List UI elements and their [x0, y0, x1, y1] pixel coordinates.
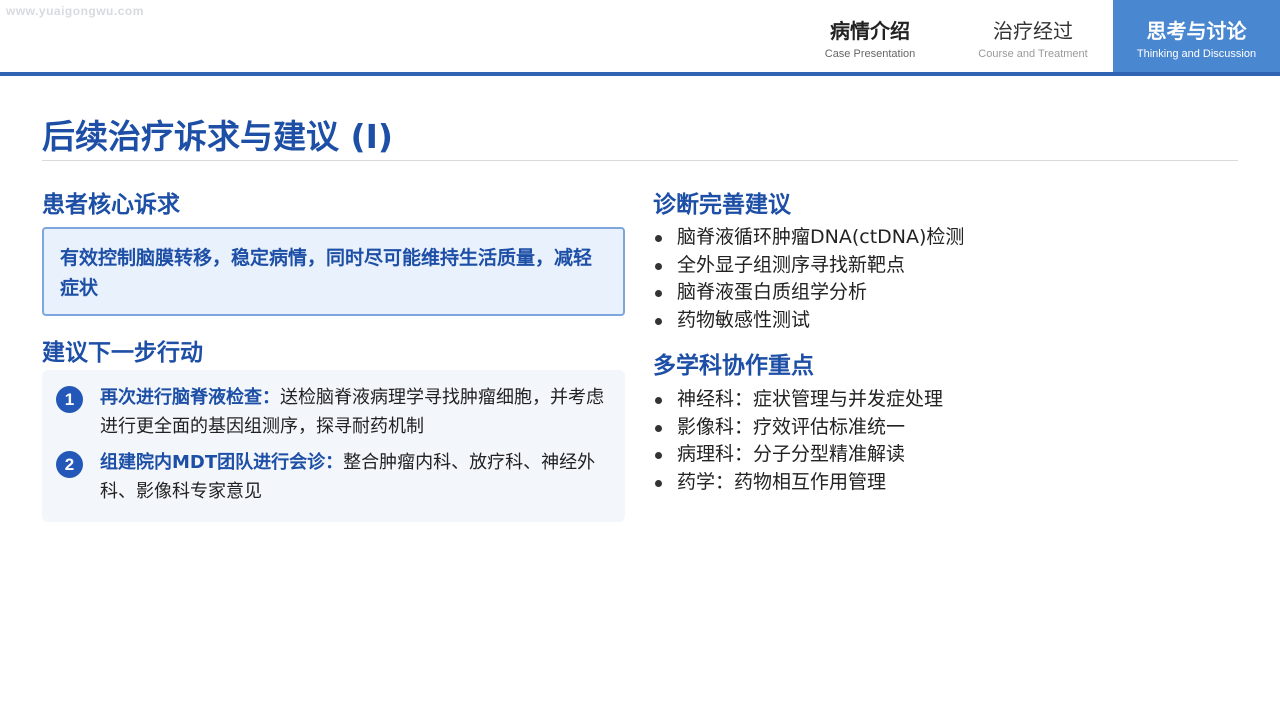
- list-item: 病理科：分子分型精准解读: [653, 441, 943, 469]
- core-request-text: 有效控制脑膜转移，稳定病情，同时尽可能维持生活质量，减轻症状: [60, 247, 593, 299]
- actions-box: 1 再次进行脑脊液检查：送检脑脊液病理学寻找肿瘤细胞，并考虑进行更全面的基因组测…: [42, 370, 625, 522]
- tab-label: 治疗经过: [993, 18, 1073, 43]
- tab-label: 思考与讨论: [1146, 18, 1247, 43]
- actions-heading: 建议下一步行动: [42, 340, 203, 366]
- action-title: 组建院内MDT团队进行会诊：: [100, 452, 344, 473]
- list-item: 全外显子组测序寻找新靶点: [653, 252, 964, 280]
- mdt-heading: 多学科协作重点: [653, 353, 814, 379]
- tab-course-and-treatment[interactable]: 治疗经过 Course and Treatment: [953, 0, 1113, 74]
- list-item: 神经科：症状管理与并发症处理: [653, 386, 943, 414]
- core-request-box: 有效控制脑膜转移，稳定病情，同时尽可能维持生活质量，减轻症状: [42, 227, 625, 316]
- list-item: 药物敏感性测试: [653, 307, 964, 335]
- diagnosis-list: 脑脊液循环肿瘤DNA(ctDNA)检测 全外显子组测序寻找新靶点 脑脊液蛋白质组…: [653, 224, 964, 334]
- action-text: 再次进行脑脊液检查：送检脑脊液病理学寻找肿瘤细胞，并考虑进行更全面的基因组测序，…: [100, 383, 614, 441]
- list-item: 影像科：疗效评估标准统一: [653, 414, 943, 442]
- top-nav: 病情介绍 Case Presentation 治疗经过 Course and T…: [801, 0, 1280, 74]
- title-divider: [42, 160, 1238, 161]
- page-title: 后续治疗诉求与建议 (I): [42, 117, 393, 156]
- action-text: 组建院内MDT团队进行会诊：整合肿瘤内科、放疗科、神经外科、影像科专家意见: [100, 448, 614, 506]
- tab-sublabel: Case Presentation: [824, 47, 916, 60]
- step-number-badge: 1: [56, 386, 83, 413]
- list-item: 脑脊液蛋白质组学分析: [653, 279, 964, 307]
- list-item: 药学：药物相互作用管理: [653, 469, 943, 497]
- diagnosis-heading: 诊断完善建议: [653, 192, 791, 218]
- core-heading: 患者核心诉求: [42, 192, 180, 218]
- header-divider-bar: [0, 72, 1280, 76]
- list-item: 脑脊液循环肿瘤DNA(ctDNA)检测: [653, 224, 964, 252]
- step-number-badge: 2: [56, 451, 83, 478]
- tab-sublabel: Course and Treatment: [978, 47, 1088, 60]
- action-item: 1 再次进行脑脊液检查：送检脑脊液病理学寻找肿瘤细胞，并考虑进行更全面的基因组测…: [54, 383, 614, 441]
- tab-sublabel: Thinking and Discussion: [1136, 47, 1257, 60]
- watermark: www.yuaigongwu.com: [6, 4, 144, 18]
- mdt-list: 神经科：症状管理与并发症处理 影像科：疗效评估标准统一 病理科：分子分型精准解读…: [653, 386, 943, 496]
- tab-label: 病情介绍: [830, 18, 910, 43]
- action-item: 2 组建院内MDT团队进行会诊：整合肿瘤内科、放疗科、神经外科、影像科专家意见: [54, 448, 614, 506]
- tab-thinking-and-discussion[interactable]: 思考与讨论 Thinking and Discussion: [1113, 0, 1280, 74]
- tab-case-presentation[interactable]: 病情介绍 Case Presentation: [801, 0, 939, 74]
- action-title: 再次进行脑脊液检查：: [100, 387, 280, 408]
